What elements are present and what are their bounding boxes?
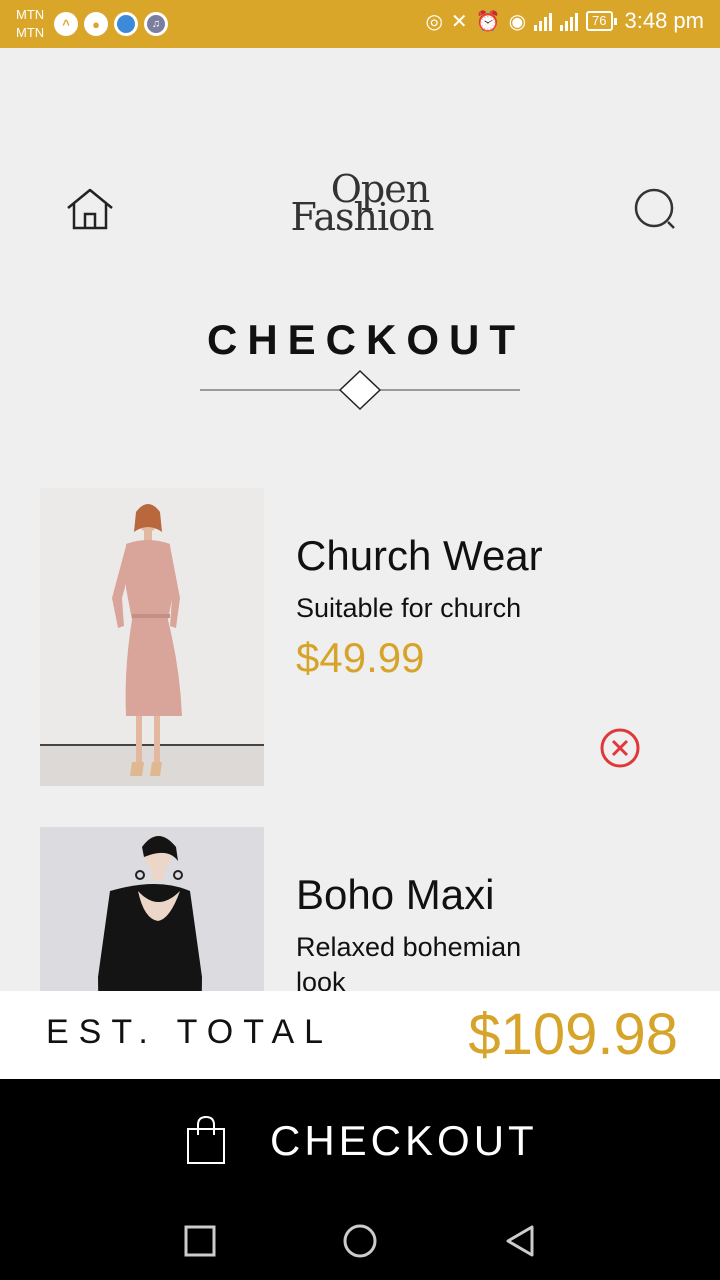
music-icon: ♫ — [144, 12, 168, 36]
chat-icon: ● — [84, 12, 108, 36]
shopping-bag-icon — [184, 1115, 228, 1165]
home-circle-icon[interactable] — [338, 1219, 382, 1263]
system-indicators: ◎ ✕ ⏰ ◉ 76 3:48 pm — [425, 8, 704, 34]
page-title: CHECKOUT — [207, 316, 525, 363]
carrier-2: MTN — [16, 25, 45, 40]
search-icon[interactable] — [630, 186, 682, 234]
estimated-total-bar: EST. TOTAL $109.98 — [0, 991, 720, 1079]
home-icon[interactable] — [64, 186, 116, 232]
signal-icon — [534, 11, 553, 31]
signal-icon — [560, 11, 579, 31]
product-name: Boho Maxi — [296, 871, 495, 918]
checkout-button[interactable]: CHECKOUT — [0, 1079, 720, 1201]
product-price: $49.99 — [296, 634, 425, 681]
remove-item-icon[interactable] — [598, 726, 642, 770]
title-divider — [200, 368, 520, 412]
total-label: EST. TOTAL — [46, 1013, 334, 1051]
app-icon: ^ — [54, 12, 78, 36]
carrier-1: MTN — [16, 7, 45, 22]
status-bar: MTN MTN ^ ● ♫ ◎ ✕ ⏰ ◉ 76 3:48 pm — [0, 0, 720, 48]
app-header: Open Fashion — [0, 170, 720, 250]
logo-line-2: Fashion — [290, 195, 435, 239]
cart-item: Church Wear Suitable for church $49.99 — [40, 488, 680, 788]
recent-apps-icon[interactable] — [178, 1219, 222, 1263]
battery-icon: 76 — [586, 11, 618, 31]
brand-logo[interactable]: Open Fashion — [270, 170, 450, 239]
system-navigation-bar — [0, 1201, 720, 1280]
product-image[interactable] — [40, 488, 264, 786]
hotspot-icon: ◎ — [425, 10, 443, 33]
product-name: Church Wear — [296, 532, 543, 579]
product-description: Suitable for church — [296, 593, 522, 623]
carrier-info: MTN MTN — [16, 6, 44, 42]
product-description: Relaxed bohemian look — [296, 932, 522, 997]
back-icon[interactable] — [498, 1219, 542, 1263]
total-value: $109.98 — [468, 1002, 678, 1067]
checkout-label: CHECKOUT — [270, 1117, 538, 1164]
eye-icon: ◉ — [508, 10, 527, 33]
clock: 3:48 pm — [624, 8, 705, 33]
alarm-icon: ⏰ — [475, 10, 501, 33]
notification-icons: ^ ● ♫ — [54, 12, 168, 36]
globe-icon — [114, 12, 138, 36]
mute-icon: ✕ — [450, 10, 468, 33]
